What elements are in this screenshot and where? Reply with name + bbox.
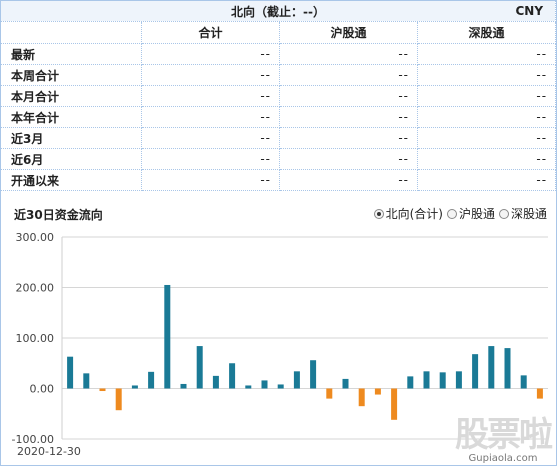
bar [520, 375, 527, 389]
flow-series-selector: 北向(合计) 沪股通 深股通 [373, 205, 547, 222]
watermark-url: Gupiaola.com [468, 453, 538, 464]
cell-value: -- [416, 85, 557, 107]
bar [67, 356, 74, 389]
cell-value: -- [416, 64, 557, 86]
bar [261, 380, 268, 389]
cell-value: -- [416, 169, 557, 191]
flow-section-title: 近30日资金流向 [14, 208, 103, 222]
row-label: 近3月 [0, 127, 142, 149]
cell-value: -- [279, 85, 418, 107]
bar [245, 385, 252, 389]
y-tick-label: 0.00 [30, 383, 55, 396]
watermark-logo: 股票啦 [455, 415, 553, 455]
radio-selected-icon[interactable] [373, 208, 384, 219]
radio-label: 深股通 [510, 207, 547, 221]
bar [99, 388, 106, 392]
bar [326, 388, 333, 399]
cell-value: -- [279, 148, 418, 170]
col-header-total: 合计 [141, 21, 280, 44]
y-tick-label: 100.00 [16, 332, 55, 345]
table-row: 近6月 -- -- -- [0, 148, 557, 170]
cell-value: -- [141, 85, 280, 107]
bar [455, 371, 462, 389]
bar [310, 360, 317, 389]
bar [423, 371, 430, 389]
col-header-shanghai: 沪股通 [279, 21, 418, 44]
bar [212, 375, 219, 389]
column-header-row: 合计 沪股通 深股通 [0, 21, 557, 44]
corner-cell [0, 21, 142, 44]
bar [115, 388, 122, 411]
northbound-summary-table: 北向（截止：--） CNY 合计 沪股通 深股通 最新 -- -- -- 本周合… [0, 0, 557, 191]
bar [407, 376, 414, 389]
radio-unselected-icon[interactable] [446, 208, 457, 219]
cell-value: -- [416, 43, 557, 65]
table-row: 最新 -- -- -- [0, 43, 557, 65]
bar [164, 284, 171, 389]
table-title: 北向（截止：--） [231, 4, 325, 19]
currency-label: CNY [515, 4, 544, 18]
table-row: 本年合计 -- -- -- [0, 106, 557, 128]
radio-shanghai-connect[interactable]: 沪股通 [446, 205, 495, 222]
bar [472, 354, 479, 389]
table-row: 本周合计 -- -- -- [0, 64, 557, 86]
bar [358, 388, 365, 407]
x-tick-label: 2020-12-30 [17, 445, 81, 458]
bar [131, 385, 138, 389]
bar [229, 363, 236, 389]
y-tick-label: 300.00 [16, 231, 55, 244]
row-label: 本周合计 [0, 64, 142, 86]
table-title-cell: 北向（截止：--） CNY [0, 0, 557, 22]
bar [83, 373, 90, 389]
radio-label: 沪股通 [458, 207, 495, 221]
table-row: 本月合计 -- -- -- [0, 85, 557, 107]
cell-value: -- [279, 43, 418, 65]
table-row: 近3月 -- -- -- [0, 127, 557, 149]
bar [374, 388, 381, 395]
bar [180, 383, 187, 389]
bar [504, 348, 511, 389]
row-label: 最新 [0, 43, 142, 65]
bar [536, 388, 543, 399]
bar [196, 346, 203, 389]
y-tick-label: 200.00 [16, 282, 55, 295]
cell-value: -- [416, 127, 557, 149]
watermark: 股票啦 Gupiaola.com [455, 415, 553, 464]
table-row: 开通以来 -- -- -- [0, 169, 557, 191]
bar [342, 378, 349, 389]
row-label: 本月合计 [0, 85, 142, 107]
table-header-row: 北向（截止：--） CNY [0, 0, 557, 22]
cell-value: -- [141, 127, 280, 149]
row-label: 开通以来 [0, 169, 142, 191]
cell-value: -- [279, 106, 418, 128]
bar [148, 371, 155, 389]
radio-shenzhen-connect[interactable]: 深股通 [498, 205, 547, 222]
cell-value: -- [141, 169, 280, 191]
row-label: 本年合计 [0, 106, 142, 128]
cell-value: -- [416, 148, 557, 170]
cell-value: -- [416, 106, 557, 128]
radio-northbound-total[interactable]: 北向(合计) [373, 205, 443, 222]
cell-value: -- [279, 64, 418, 86]
cell-value: -- [141, 106, 280, 128]
col-header-shenzhen: 深股通 [416, 21, 557, 44]
cell-value: -- [279, 127, 418, 149]
radio-label: 北向(合计) [385, 207, 443, 221]
cell-value: -- [279, 169, 418, 191]
cell-value: -- [141, 148, 280, 170]
bar [439, 372, 446, 389]
bar [293, 371, 300, 389]
cell-value: -- [141, 64, 280, 86]
bar [391, 388, 398, 420]
radio-unselected-icon[interactable] [498, 208, 509, 219]
cell-value: -- [141, 43, 280, 65]
row-label: 近6月 [0, 148, 142, 170]
bar [488, 346, 495, 389]
bar [277, 384, 284, 389]
